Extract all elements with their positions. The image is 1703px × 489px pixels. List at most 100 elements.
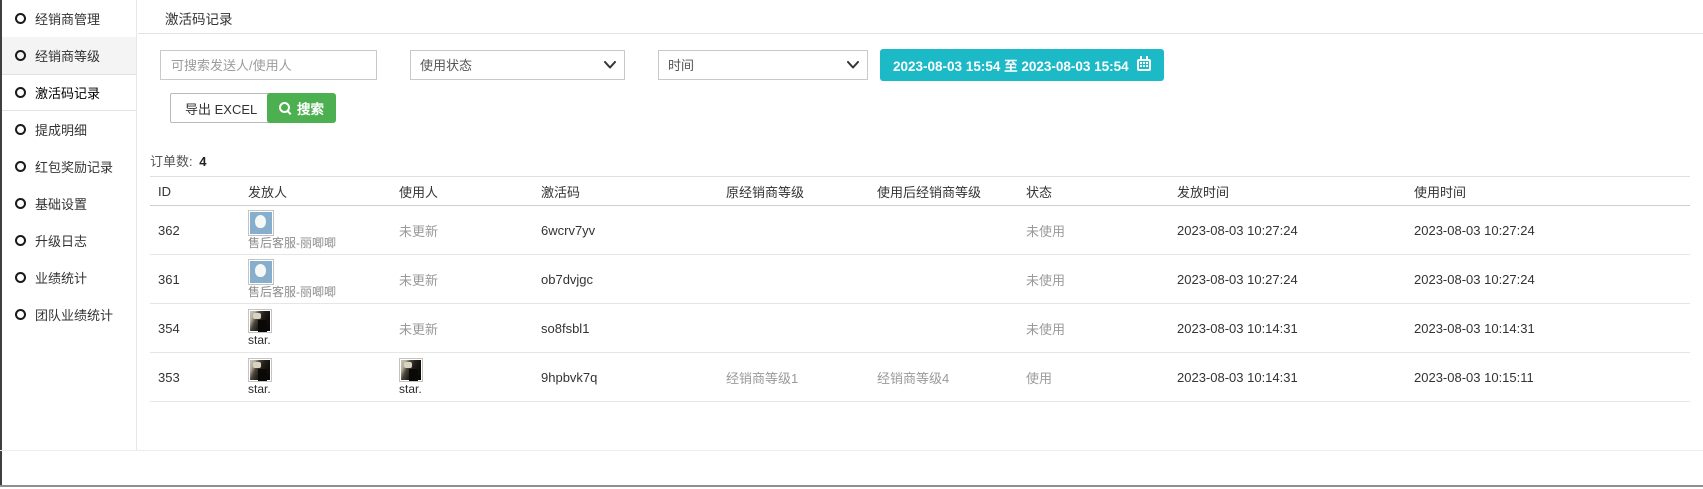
status-cell: 未使用	[1018, 206, 1169, 255]
page-title: 激活码记录	[165, 8, 233, 28]
column-header: 使用时间	[1406, 177, 1690, 206]
sidebar-item[interactable]: 经销商等级	[2, 37, 136, 74]
search-icon	[279, 102, 292, 115]
column-header: 使用后经销商等级	[869, 177, 1018, 206]
radio-circle-icon	[15, 272, 26, 283]
status-select[interactable]: 使用状态	[410, 50, 625, 80]
after-level-cell	[869, 255, 1018, 304]
time-select-wrap: 时间	[658, 50, 868, 80]
column-header: 发放人	[240, 177, 391, 206]
column-header: 激活码	[533, 177, 718, 206]
activation-code-cell: ob7dvjgc	[533, 255, 718, 304]
radio-circle-icon	[15, 87, 26, 98]
records-table: ID发放人使用人激活码原经销商等级使用后经销商等级状态发放时间使用时间 362售…	[150, 176, 1690, 402]
sidebar-item[interactable]: 基础设置	[2, 185, 136, 222]
activation-code-cell: 6wcrv7yv	[533, 206, 718, 255]
table-header-row: ID发放人使用人激活码原经销商等级使用后经销商等级状态发放时间使用时间	[150, 177, 1690, 206]
avatar-image	[250, 360, 270, 380]
photo-avatar[interactable]	[248, 309, 272, 333]
cell-text: 未更新	[399, 322, 438, 337]
sidebar-item-label: 激活码记录	[35, 83, 100, 102]
issue-time-cell: 2023-08-03 10:14:31	[1169, 353, 1406, 402]
sidebar-item[interactable]: 经销商管理	[2, 0, 136, 37]
sidebar: 经销商管理经销商等级激活码记录提成明细红包奖励记录基础设置升级日志业绩统计团队业…	[2, 0, 137, 450]
use-time-cell: 2023-08-03 10:15:11	[1406, 353, 1690, 402]
order-count-label: 订单数:	[150, 154, 193, 169]
radio-circle-icon	[15, 198, 26, 209]
after-level-cell	[869, 304, 1018, 353]
original-level-cell	[718, 304, 869, 353]
cell-text: 未更新	[399, 224, 438, 239]
time-select[interactable]: 时间	[658, 50, 868, 80]
avatar-image	[250, 261, 272, 283]
original-level-cell	[718, 255, 869, 304]
export-excel-button[interactable]: 导出 EXCEL	[170, 93, 272, 123]
id-cell: 361	[150, 255, 240, 304]
person-name: star.	[248, 383, 271, 396]
person: star.	[248, 358, 387, 396]
sidebar-item[interactable]: 红包奖励记录	[2, 148, 136, 185]
id-cell: 362	[150, 206, 240, 255]
person-name: star.	[399, 383, 422, 396]
issue-time-cell: 2023-08-03 10:27:24	[1169, 255, 1406, 304]
avatar-image	[401, 360, 421, 380]
person-cell: star.	[240, 304, 391, 353]
date-range-label: 2023-08-03 15:54 至 2023-08-03 15:54	[893, 55, 1129, 75]
window-bottom-border	[0, 485, 1703, 487]
use-time-cell: 2023-08-03 10:14:31	[1406, 304, 1690, 353]
person-cell: 未更新	[391, 255, 533, 304]
sidebar-item[interactable]: 激活码记录	[2, 74, 136, 111]
sidebar-item[interactable]: 业绩统计	[2, 259, 136, 296]
person-cell: star.	[391, 353, 533, 402]
sidebar-item[interactable]: 提成明细	[2, 111, 136, 148]
sidebar-item[interactable]: 团队业绩统计	[2, 296, 136, 333]
order-count-value: 4	[199, 154, 206, 169]
person: 售后客服-丽唧唧	[248, 259, 387, 299]
sidebar-item-label: 团队业绩统计	[35, 305, 113, 324]
after-level-cell: 经销商等级4	[869, 353, 1018, 402]
person-avatar[interactable]	[248, 210, 274, 236]
id-cell: 353	[150, 353, 240, 402]
column-header: 原经销商等级	[718, 177, 869, 206]
status-select-wrap: 使用状态	[410, 50, 625, 80]
table-row: 362售后客服-丽唧唧未更新 6wcrv7yv 未使用2023-08-03 10:2…	[150, 206, 1690, 255]
table-row: 353star.star.9hpbvk7q经销商等级1经销商等级4使用2023-…	[150, 353, 1690, 402]
column-header: 发放时间	[1169, 177, 1406, 206]
column-header: ID	[150, 177, 240, 206]
issue-time-cell: 2023-08-03 10:27:24	[1169, 206, 1406, 255]
title-divider	[138, 33, 1703, 34]
sidebar-item-label: 提成明细	[35, 120, 87, 139]
radio-circle-icon	[15, 13, 26, 24]
date-range-button[interactable]: 2023-08-03 15:54 至 2023-08-03 15:54	[880, 49, 1164, 81]
search-button[interactable]: 搜索	[267, 93, 336, 123]
radio-circle-icon	[15, 161, 26, 172]
person-name: star.	[248, 334, 271, 347]
order-count: 订单数: 4	[150, 151, 206, 170]
photo-avatar[interactable]	[399, 358, 423, 382]
person: 售后客服-丽唧唧	[248, 210, 387, 250]
issue-time-cell: 2023-08-03 10:14:31	[1169, 304, 1406, 353]
activation-code-cell: so8fsbl1	[533, 304, 718, 353]
cell-text: 未更新	[399, 273, 438, 288]
person-cell: 售后客服-丽唧唧	[240, 255, 391, 304]
id-cell: 354	[150, 304, 240, 353]
search-input[interactable]	[160, 50, 377, 80]
use-time-cell: 2023-08-03 10:27:24	[1406, 255, 1690, 304]
person-cell: 未更新	[391, 206, 533, 255]
sidebar-item-label: 红包奖励记录	[35, 157, 113, 176]
person: star.	[399, 358, 529, 396]
table-row: 361售后客服-丽唧唧未更新ob7dvjgc未使用2023-08-03 10:2…	[150, 255, 1690, 304]
table-row: 354star.未更新so8fsbl1未使用2023-08-03 10:14:3…	[150, 304, 1690, 353]
sidebar-item[interactable]: 升级日志	[2, 222, 136, 259]
content-bottom-divider	[0, 450, 1703, 451]
radio-circle-icon	[15, 309, 26, 320]
person: star.	[248, 309, 387, 347]
person-avatar[interactable]	[248, 259, 274, 285]
photo-avatar[interactable]	[248, 358, 272, 382]
radio-circle-icon	[15, 50, 26, 61]
sidebar-item-label: 经销商等级	[35, 46, 100, 65]
column-header: 状态	[1018, 177, 1169, 206]
person-name: 售后客服-丽唧唧	[248, 286, 336, 299]
sidebar-item-label: 基础设置	[35, 194, 87, 213]
radio-circle-icon	[15, 124, 26, 135]
